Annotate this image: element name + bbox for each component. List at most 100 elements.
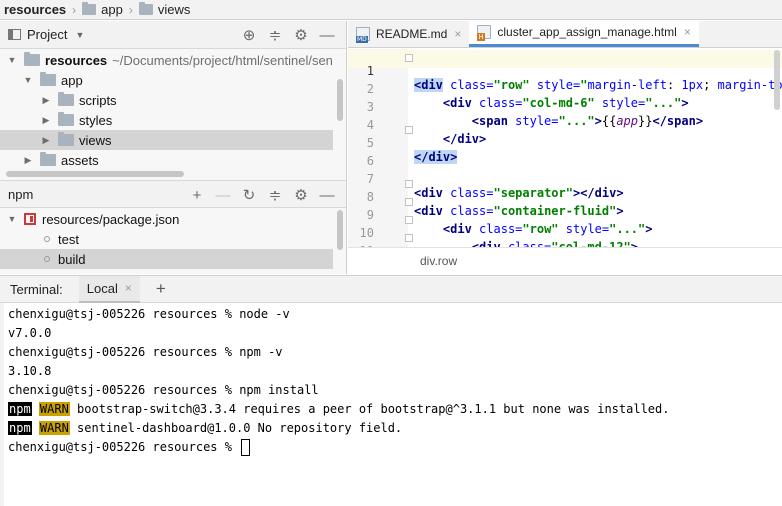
new-tab-icon[interactable]: +	[156, 279, 166, 299]
expanded-arrow-icon[interactable]: ▼	[6, 214, 18, 224]
tree-item-label: scripts	[79, 92, 117, 108]
collapsed-arrow-icon[interactable]: ▶	[22, 155, 34, 166]
tab-readme[interactable]: README.md ×	[348, 20, 469, 47]
expanded-arrow-icon[interactable]: ▼	[22, 75, 34, 85]
terminal-warning-line: npm WARN bootstrap-switch@3.3.4 requires…	[8, 400, 669, 419]
fold-marker-icon[interactable]	[405, 54, 413, 62]
html-file-icon	[477, 25, 492, 41]
tab-label: cluster_app_assign_manage.html	[497, 25, 677, 39]
tree-item-label: resources	[45, 52, 108, 68]
breadcrumb-item-resources[interactable]: resources	[4, 2, 66, 17]
collapsed-arrow-icon[interactable]: ▶	[40, 115, 52, 126]
chevron-right-icon: ›	[72, 2, 77, 17]
close-icon[interactable]: ×	[454, 27, 461, 41]
terminal-line: chenxigu@tsj-005226 resources % npm inst…	[8, 383, 319, 397]
tab-cluster-app-assign-manage[interactable]: cluster_app_assign_manage.html ×	[469, 20, 699, 47]
close-icon[interactable]: ×	[684, 25, 691, 39]
breadcrumb: resources › app › views	[0, 0, 782, 20]
breadcrumb-label: views	[157, 2, 191, 17]
tree-item-views[interactable]: ▶ views	[0, 130, 333, 150]
close-icon[interactable]: ×	[125, 281, 132, 295]
editor-tabs: README.md × cluster_app_assign_manage.ht…	[348, 20, 782, 48]
fold-marker-icon[interactable]	[405, 234, 413, 242]
code-line: 4 </div>	[348, 104, 782, 146]
minimize-icon[interactable]: —	[314, 27, 340, 44]
project-panel-header: Project ▼ ⊕ ≑ ⚙ —	[0, 21, 346, 49]
breadcrumb-label: app	[101, 2, 123, 17]
editor-vertical-scrollbar[interactable]	[774, 50, 780, 110]
tree-item-scripts[interactable]: ▶ scripts	[0, 90, 333, 110]
collapsed-arrow-icon[interactable]: ▶	[40, 95, 52, 106]
fold-marker-icon[interactable]	[405, 180, 413, 188]
project-panel-title[interactable]: Project	[27, 27, 67, 42]
tab-label: README.md	[376, 26, 448, 41]
terminal-prompt: chenxigu@tsj-005226 resources %	[8, 440, 240, 454]
tree-item-assets[interactable]: ▶ assets	[0, 150, 333, 170]
script-bullet-icon	[44, 236, 50, 242]
locate-icon[interactable]: ⊕	[236, 26, 262, 44]
gear-icon[interactable]: ⚙	[288, 186, 314, 204]
tree-item-styles[interactable]: ▶ styles	[0, 110, 333, 130]
code-area[interactable]: 1 <div class="row" style="margin-left: 1…	[348, 49, 782, 247]
collapse-all-icon[interactable]: ≑	[262, 26, 288, 44]
add-icon[interactable]: +	[184, 187, 210, 204]
tree-item-app[interactable]: ▼ app	[0, 70, 333, 90]
fold-marker-icon[interactable]	[405, 126, 413, 134]
tree-item-resources[interactable]: ▼ resources ~/Documents/project/html/sen…	[0, 50, 333, 70]
collapsed-arrow-icon[interactable]: ▶	[40, 135, 52, 146]
folder-icon	[58, 112, 74, 126]
npm-vertical-scrollbar[interactable]	[337, 210, 343, 250]
project-tree: ▼ resources ~/Documents/project/html/sen…	[0, 49, 346, 180]
npm-script-label: build	[58, 251, 86, 267]
expanded-arrow-icon[interactable]: ▼	[6, 55, 18, 65]
project-vertical-scrollbar[interactable]	[337, 79, 343, 121]
code-line: 1 <div class="row" style="margin-left: 1…	[348, 50, 782, 92]
tree-item-label: app	[61, 72, 83, 88]
warning-text: sentinel-dashboard@1.0.0 No repository f…	[69, 421, 403, 435]
npm-package-label: resources/package.json	[42, 211, 180, 227]
npm-package-icon	[24, 213, 36, 225]
terminal-line: 3.10.8	[8, 364, 52, 378]
fold-marker-icon[interactable]	[405, 216, 413, 224]
markdown-file-icon	[356, 26, 370, 43]
terminal-line: chenxigu@tsj-005226 resources % node -v	[8, 307, 290, 321]
tree-item-path: ~/Documents/project/html/sentinel/sen	[112, 52, 333, 68]
element-path[interactable]: div.row	[420, 254, 457, 268]
terminal-line: v7.0.0	[8, 326, 52, 340]
code-line: 7 <div class="separator"></div>	[348, 158, 782, 200]
project-window-icon	[8, 29, 21, 40]
terminal-prompt-line[interactable]: chenxigu@tsj-005226 resources %	[8, 438, 251, 457]
folder-icon	[58, 92, 74, 106]
terminal-title: Terminal:	[10, 281, 63, 297]
script-bullet-icon	[44, 256, 50, 262]
folder-icon	[138, 2, 153, 15]
project-horizontal-scrollbar[interactable]	[6, 171, 184, 177]
npm-badge: npm	[8, 402, 32, 416]
tab-local[interactable]: Local ×	[78, 275, 140, 303]
collapse-all-icon[interactable]: ≑	[262, 186, 288, 204]
npm-package-item[interactable]: ▼ resources/package.json	[0, 209, 333, 229]
terminal-tab-label: Local	[86, 280, 118, 296]
warning-text: bootstrap-switch@3.3.4 requires a peer o…	[69, 402, 670, 416]
gear-icon[interactable]: ⚙	[288, 26, 314, 44]
npm-panel-header: npm + — ↻ ≑ ⚙ —	[0, 180, 346, 208]
folder-icon	[58, 132, 74, 146]
remove-icon: —	[215, 186, 231, 204]
fold-marker-icon[interactable]	[405, 198, 413, 206]
terminal-warning-line: npm WARN sentinel-dashboard@1.0.0 No rep…	[8, 419, 402, 438]
folder-icon	[82, 2, 97, 15]
folder-icon	[40, 152, 56, 166]
dropdown-arrow-icon[interactable]: ▼	[75, 30, 84, 40]
minimize-icon[interactable]: —	[314, 187, 340, 204]
breadcrumb-item-app[interactable]: app	[82, 2, 123, 17]
terminal-cursor	[241, 439, 251, 456]
terminal-output[interactable]: chenxigu@tsj-005226 resources % node -v …	[0, 303, 782, 506]
editor-breadcrumb: div.row	[348, 247, 782, 274]
breadcrumb-label: resources	[4, 2, 67, 17]
tree-item-label: views	[79, 132, 112, 148]
npm-script-test[interactable]: test	[0, 229, 333, 249]
code-line: 9 <div class="row" style="...">	[348, 194, 782, 236]
npm-script-build[interactable]: build	[0, 249, 333, 269]
refresh-icon[interactable]: ↻	[236, 186, 262, 204]
breadcrumb-item-views[interactable]: views	[138, 2, 191, 17]
